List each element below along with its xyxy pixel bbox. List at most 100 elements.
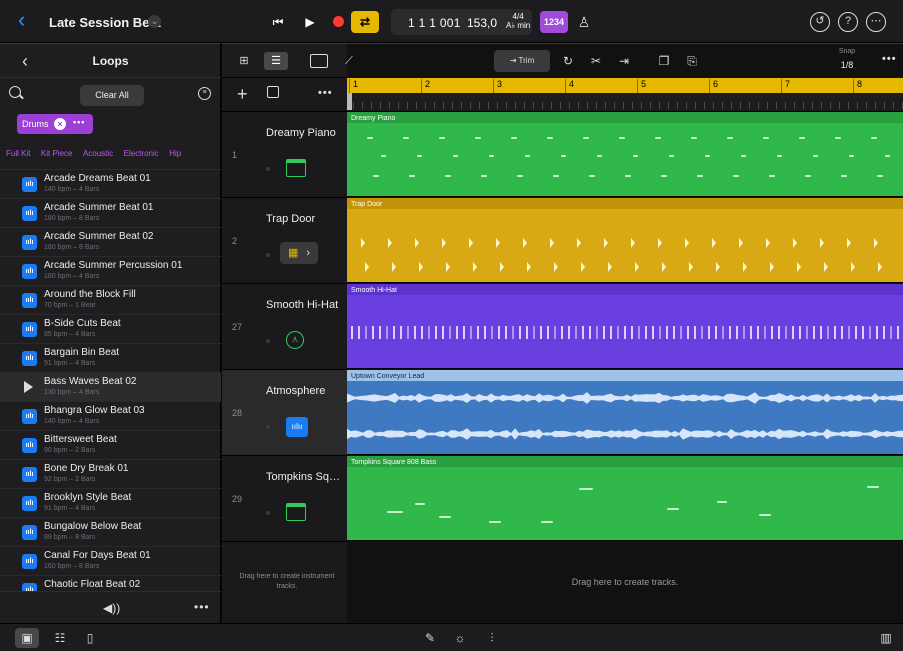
keyboard-piano-icon[interactable]: ▥ (876, 628, 896, 648)
track-name[interactable]: Trap Door (266, 213, 344, 225)
region-trap-door[interactable]: Trap Door (347, 198, 903, 283)
list-item[interactable]: ıılı Arcade Summer Beat 01 180 bpm – 8 Bar… (0, 199, 221, 228)
subtag-acoustic[interactable]: Acoustic (83, 149, 113, 158)
help-icon[interactable]: ? (838, 12, 858, 32)
join-icon[interactable]: ⇥ (614, 52, 634, 70)
subtag-electronic[interactable]: Electronic (124, 149, 159, 158)
drums-tag[interactable]: Drums × ••• (17, 114, 93, 134)
duplicate-track-icon[interactable] (267, 86, 279, 98)
mixer-sliders-icon[interactable]: ⫶ (482, 628, 502, 648)
list-item[interactable]: ıılı Arcade Summer Beat 02 180 bpm – 8 Bar… (0, 228, 221, 257)
keyboard-icon[interactable] (286, 503, 306, 521)
back-chevron-icon[interactable]: ‹ (18, 9, 25, 31)
preview-play-icon[interactable] (24, 381, 33, 393)
more-options-icon[interactable]: ⋯ (866, 12, 886, 32)
list-item[interactable]: ıılı Bungalow Below Beat 89 bpm – 8 Bars (0, 518, 221, 547)
waveform-icon[interactable]: ıılıı (286, 417, 308, 437)
chevron-right-icon[interactable]: › (306, 247, 310, 259)
metronome-icon[interactable]: ♙ (573, 11, 595, 33)
track-drop-zone[interactable]: Drag here to create tracks. (347, 541, 903, 624)
track-name[interactable]: Smooth Hi-Hat (266, 299, 344, 311)
trim-button[interactable]: ⇥ Trim (494, 50, 550, 72)
track-header-2[interactable]: 2 Trap Door ▦ › (222, 198, 347, 284)
loop-region-icon[interactable]: ↻ (558, 52, 578, 70)
track-name[interactable]: Tompkins Squ... (266, 471, 344, 483)
cycle-region[interactable]: 1 2 3 4 5 6 7 8 (347, 78, 903, 93)
region-uptown-conveyor-lead[interactable]: Uptown Conveyor Lead (347, 370, 903, 455)
drummer-icon[interactable]: ⋏ (286, 331, 304, 349)
split-scissors-icon[interactable]: ✂ (586, 52, 606, 70)
paste-icon[interactable]: ⎘ (682, 52, 702, 70)
clear-all-button[interactable]: Clear All (80, 85, 144, 106)
filter-icon[interactable]: ≡ (198, 87, 211, 100)
timeline-more-icon[interactable]: ••• (882, 53, 897, 65)
timeline-ruler[interactable]: 1 2 3 4 5 6 7 8 (347, 78, 903, 112)
region-label: Trap Door (351, 201, 383, 208)
hi-hat-hit (652, 326, 654, 339)
info-panel-icon[interactable]: ▯ (80, 628, 100, 648)
count-in-button[interactable]: 1234 (540, 11, 568, 33)
list-item[interactable]: ıılı Bhangra Glow Beat 03 140 bpm – 4 Bars (0, 402, 221, 431)
add-track-icon[interactable]: + (237, 84, 248, 105)
tag-more-icon[interactable]: ••• (73, 117, 85, 127)
list-item[interactable]: ıılı Arcade Dreams Beat 01 140 bpm – 4 Bar… (0, 170, 221, 199)
loop-meta: 180 bpm – 8 Bars (44, 244, 100, 251)
track-name[interactable]: Atmosphere (266, 385, 344, 397)
list-item[interactable]: ıılı B-Side Cuts Beat 85 bpm – 4 Bars (0, 315, 221, 344)
region-view-icon[interactable] (310, 54, 328, 68)
playhead-handle[interactable] (347, 93, 352, 110)
track-number: 2 (232, 236, 238, 246)
region-smooth-hi-hat[interactable]: Smooth Hi-Hat (347, 284, 903, 369)
list-item[interactable]: ıılı Bargain Bin Beat 91 bpm – 4 Bars (0, 344, 221, 373)
region-tompkins-square-bass[interactable]: Tompkins Square 808 Bass (347, 456, 903, 541)
list-item[interactable]: ıılı Brooklyn Style Beat 91 bpm – 4 Bars (0, 489, 221, 518)
region-header (347, 112, 903, 123)
list-item[interactable]: ıılı Arcade Summer Percussion 01 180 bpm –… (0, 257, 221, 286)
loop-browser-icon[interactable]: ▣ (15, 628, 39, 648)
search-icon[interactable] (9, 86, 21, 98)
track-indicator (266, 425, 270, 429)
copy-icon[interactable]: ❐ (654, 52, 674, 70)
track-headers: ⊞ ☰ + ••• 1 Dreamy Piano 2 Trap Door ▦ › … (222, 43, 347, 623)
keyboard-icon[interactable] (286, 159, 306, 177)
cycle-button[interactable]: ⇄ (351, 11, 379, 33)
track-header-4[interactable]: 28 Atmosphere ıılıı (222, 370, 347, 456)
loops-back-icon[interactable]: ‹ (22, 51, 28, 72)
rewind-button[interactable]: ⏮ (262, 11, 294, 33)
lcd-display[interactable]: 1 1 1 001 153,0 4/4 A♭ min (391, 9, 532, 35)
list-item-selected[interactable]: Bass Waves Beat 02 130 bpm – 4 Bars (0, 373, 221, 402)
ruler-tick (839, 102, 840, 109)
snap-value[interactable]: 1/8 (832, 60, 862, 70)
list-item[interactable]: ıılı Bittersweet Beat 90 bpm – 2 Bars (0, 431, 221, 460)
subtag-hip[interactable]: Hip (169, 149, 181, 158)
undo-history-icon[interactable]: ↺ (810, 12, 830, 32)
play-button[interactable]: ▶ (295, 11, 325, 33)
project-menu-chevron-icon[interactable]: ⌄ (148, 15, 161, 28)
subtag-full-kit[interactable]: Full Kit (6, 149, 30, 158)
list-item[interactable]: ıılı Canal For Days Beat 01 160 bpm – 8 Ba… (0, 547, 221, 576)
smart-controls-icon[interactable]: ☼ (450, 628, 470, 648)
list-item[interactable]: ıılı Bone Dry Break 01 92 bpm – 2 Bars (0, 460, 221, 489)
track-name[interactable]: Dreamy Piano (266, 127, 344, 139)
instrument-drop-zone[interactable]: Drag here to create instrument tracks. (222, 541, 347, 624)
track-header-3[interactable]: 27 Smooth Hi-Hat ⋏ (222, 284, 347, 370)
automation-icon[interactable]: ⟋ (340, 52, 358, 71)
midi-note (553, 175, 559, 177)
list-item[interactable]: ıılı Around the Block Fill 70 bpm – 1 Beat (0, 286, 221, 315)
mixer-toggle-icon[interactable]: ☷ (50, 628, 70, 648)
preview-volume-icon[interactable]: ◀)) (103, 601, 120, 615)
record-button[interactable] (327, 11, 349, 33)
region-dreamy-piano[interactable]: Dreamy Piano (347, 112, 903, 197)
track-more-icon[interactable]: ••• (318, 87, 333, 99)
bottom-bar: ▣ ☷ ▯ ✎ ☼ ⫶ ▥ (0, 623, 903, 651)
loops-more-icon[interactable]: ••• (194, 600, 210, 614)
remove-tag-icon[interactable]: × (54, 118, 66, 130)
list-item[interactable]: ıılı Chaotic Float Beat 02 (0, 576, 221, 591)
track-header-5[interactable]: 29 Tompkins Squ... (222, 456, 347, 542)
project-title[interactable]: Late Session Beat (49, 15, 161, 30)
subtag-kit-piece[interactable]: Kit Piece (41, 149, 73, 158)
drum-hit (361, 238, 365, 248)
track-header-1[interactable]: 1 Dreamy Piano (222, 112, 347, 198)
pencil-icon[interactable]: ✎ (420, 628, 440, 648)
drum-machine-icon[interactable]: ▦ › (280, 242, 318, 264)
